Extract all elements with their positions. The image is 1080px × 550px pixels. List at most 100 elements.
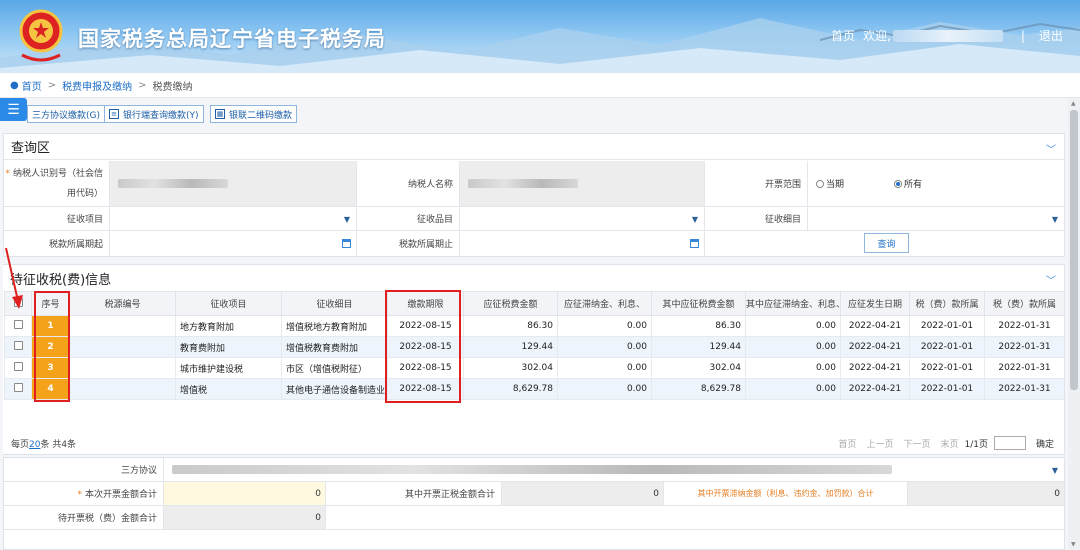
nav-home-link[interactable]: 首页 bbox=[831, 27, 855, 44]
radio-current-period[interactable]: 当期 bbox=[816, 177, 844, 190]
query-button[interactable]: 查询 bbox=[864, 233, 909, 253]
table-row[interactable]: 1 地方教育附加 增值税地方教育附加 2022-08-15 86.30 0.00… bbox=[4, 315, 1064, 337]
pager-controls: 首页 上一页 下一页 末页 1/1页 确定 bbox=[828, 436, 1054, 450]
pager-last[interactable]: 末页 bbox=[940, 437, 958, 450]
row-levy-subitem: 其他电子通信设备制造业 bbox=[281, 378, 388, 400]
row-levy-item: 地方教育附加 bbox=[175, 315, 282, 337]
of-late-total-field: 0 bbox=[908, 482, 1064, 505]
tripartite-payment-button[interactable]: 三方协议缴款(G) bbox=[27, 105, 105, 123]
qr-code-icon: ▦ bbox=[215, 109, 225, 119]
collapse-chevron-icon[interactable]: ﹀ bbox=[1046, 141, 1056, 156]
dropdown-arrow-icon: ▼ bbox=[343, 214, 350, 224]
dropdown-arrow-icon: ▼ bbox=[1051, 214, 1058, 224]
breadcrumb-home[interactable]: 首页 bbox=[22, 78, 42, 93]
period-end-date-input[interactable] bbox=[460, 231, 705, 256]
per-page-link[interactable]: 20 bbox=[29, 440, 40, 450]
row-amount: 8,629.78 bbox=[463, 378, 558, 400]
pager-first[interactable]: 首页 bbox=[838, 437, 856, 450]
row-amount: 86.30 bbox=[463, 315, 558, 337]
row-period-to: 2022-01-31 bbox=[984, 315, 1064, 337]
row-occur-date: 2022-04-21 bbox=[840, 336, 910, 358]
levy-category-label: 征收品目 bbox=[357, 207, 460, 230]
toolbar: ☰ 三方协议缴款(G) ≡ 银行端查询缴款(Y) ▦ 银联二维码缴款 bbox=[0, 98, 1068, 132]
pending-total-field: 0 bbox=[164, 506, 326, 529]
row-source-no bbox=[69, 315, 176, 337]
collapse-chevron-icon[interactable]: ﹀ bbox=[1046, 272, 1056, 287]
row-period-from: 2022-01-01 bbox=[909, 357, 985, 379]
table-row[interactable]: 3 城市维护建设税 市区（增值税附征） 2022-08-15 302.04 0.… bbox=[4, 357, 1064, 379]
query-row-period: 税款所属期起 税款所属期止 查询 bbox=[4, 231, 1064, 256]
levy-category-select[interactable]: ▼ bbox=[460, 207, 705, 230]
breadcrumb-current: 税费缴纳 bbox=[152, 81, 193, 93]
levy-subitem-select[interactable]: ▼ bbox=[808, 207, 1064, 230]
row-period-to: 2022-01-31 bbox=[984, 336, 1064, 358]
row-source-no bbox=[69, 357, 176, 379]
dropdown-arrow-icon: ▼ bbox=[1051, 465, 1058, 475]
taxpayer-id-label: * 纳税人识别号（社会信用代码） bbox=[4, 161, 110, 206]
breadcrumb-sep: > bbox=[138, 79, 147, 91]
row-source-no bbox=[69, 336, 176, 358]
row-checkbox[interactable] bbox=[4, 315, 32, 337]
payment-summary: 三方协议 ▼ * 本次开票金额合计 0 其中开票正税金额合计 0 其中开票滞纳金额… bbox=[3, 457, 1066, 550]
row-levy-subitem: 市区（增值税附征） bbox=[281, 357, 388, 379]
user-name-redacted bbox=[892, 29, 1003, 42]
site-title: 国家税务总局辽宁省电子税务局 bbox=[78, 27, 386, 51]
summary-row-pending: 待开票税（费）金额合计 0 bbox=[4, 506, 1066, 530]
row-checkbox[interactable] bbox=[4, 357, 32, 379]
pager-info: 每页20条 共4条 bbox=[11, 440, 77, 450]
unionpay-qr-payment-label: 银联二维码缴款 bbox=[229, 110, 293, 121]
col-source-no: 税源编号 bbox=[69, 291, 176, 316]
levy-item-select[interactable]: ▼ bbox=[110, 207, 357, 230]
period-start-date-input[interactable] bbox=[110, 231, 357, 256]
row-amount: 302.04 bbox=[463, 357, 558, 379]
pending-tax-table: 序号 税源编号 征收项目 征收细目 缴款期限 应征税费金额 应征滞纳金、利息、 … bbox=[4, 291, 1064, 403]
agreement-label: 三方协议 bbox=[4, 458, 164, 481]
col-late-fee: 应征滞纳金、利息、 bbox=[557, 291, 652, 316]
header-nav: 首页 欢迎, | 退出 bbox=[831, 27, 1063, 44]
scrollbar-thumb[interactable] bbox=[1070, 110, 1078, 390]
row-levy-item: 城市维护建设税 bbox=[175, 357, 282, 379]
pager-confirm-button[interactable]: 确定 bbox=[1036, 437, 1054, 450]
agreement-select[interactable]: ▼ bbox=[164, 458, 1064, 481]
unionpay-qr-payment-button[interactable]: ▦ 银联二维码缴款 bbox=[210, 105, 298, 123]
table-row[interactable]: 2 教育费附加 增值税教育费附加 2022-08-15 129.44 0.00 … bbox=[4, 336, 1064, 358]
invoice-scope-radios: 当期 所有 bbox=[808, 161, 1064, 206]
pager-next[interactable]: 下一页 bbox=[903, 437, 930, 450]
table-row[interactable]: 4 增值税 其他电子通信设备制造业 2022-08-15 8,629.78 0.… bbox=[4, 378, 1064, 400]
col-period-from: 税（费）款所属 bbox=[909, 291, 985, 316]
pending-tax-title: 待征收税(费)信息 ﹀ bbox=[3, 265, 1064, 291]
of-tax-total-label: 其中开票正税金额合计 bbox=[326, 482, 502, 505]
col-of-amount: 其中应征税费金额 bbox=[651, 291, 746, 316]
calendar-icon bbox=[342, 238, 351, 248]
calendar-icon bbox=[690, 238, 699, 248]
page-number-input[interactable] bbox=[993, 436, 1026, 450]
period-end-label: 税款所属期止 bbox=[357, 231, 460, 256]
col-occur-date: 应征发生日期 bbox=[840, 291, 910, 316]
table-header-row: 序号 税源编号 征收项目 征收细目 缴款期限 应征税费金额 应征滞纳金、利息、 … bbox=[4, 291, 1064, 316]
query-row-levy: 征收项目 ▼ 征收品目 ▼ 征收细目 ▼ bbox=[4, 207, 1064, 231]
col-amount: 应征税费金额 bbox=[463, 291, 558, 316]
row-of-late-fee: 0.00 bbox=[745, 336, 841, 358]
radio-all[interactable]: 所有 bbox=[894, 177, 922, 190]
red-arrow-icon bbox=[5, 247, 23, 309]
row-checkbox[interactable] bbox=[4, 336, 32, 358]
nav-logout-link[interactable]: 退出 bbox=[1039, 27, 1063, 44]
col-period-to: 税（费）款所属 bbox=[984, 291, 1064, 316]
pending-total-label: 待开票税（费）金额合计 bbox=[4, 506, 164, 529]
seq-highlight-box bbox=[34, 291, 70, 402]
invoice-total-field[interactable]: 0 bbox=[164, 482, 326, 505]
menu-toggle-icon[interactable]: ☰ bbox=[0, 98, 27, 121]
row-occur-date: 2022-04-21 bbox=[840, 357, 910, 379]
bank-icon: ≡ bbox=[109, 109, 119, 119]
pager-prev[interactable]: 上一页 bbox=[866, 437, 893, 450]
taxpayer-name-field[interactable] bbox=[460, 161, 705, 206]
summary-row-agreement: 三方协议 ▼ bbox=[4, 458, 1066, 482]
query-row-taxpayer: * 纳税人识别号（社会信用代码） 纳税人名称 开票范围 当期 所有 bbox=[4, 161, 1064, 207]
breadcrumb-tax-declaration[interactable]: 税费申报及缴纳 bbox=[62, 78, 132, 93]
taxpayer-id-field[interactable] bbox=[110, 161, 357, 206]
col-of-late-fee: 其中应征滞纳金、利息、 bbox=[745, 291, 841, 316]
row-checkbox[interactable] bbox=[4, 378, 32, 400]
page-scrollbar[interactable]: ▲ ▼ bbox=[1068, 98, 1080, 550]
bank-query-payment-button[interactable]: ≡ 银行端查询缴款(Y) bbox=[104, 105, 204, 123]
nav-separator: | bbox=[1020, 28, 1025, 43]
